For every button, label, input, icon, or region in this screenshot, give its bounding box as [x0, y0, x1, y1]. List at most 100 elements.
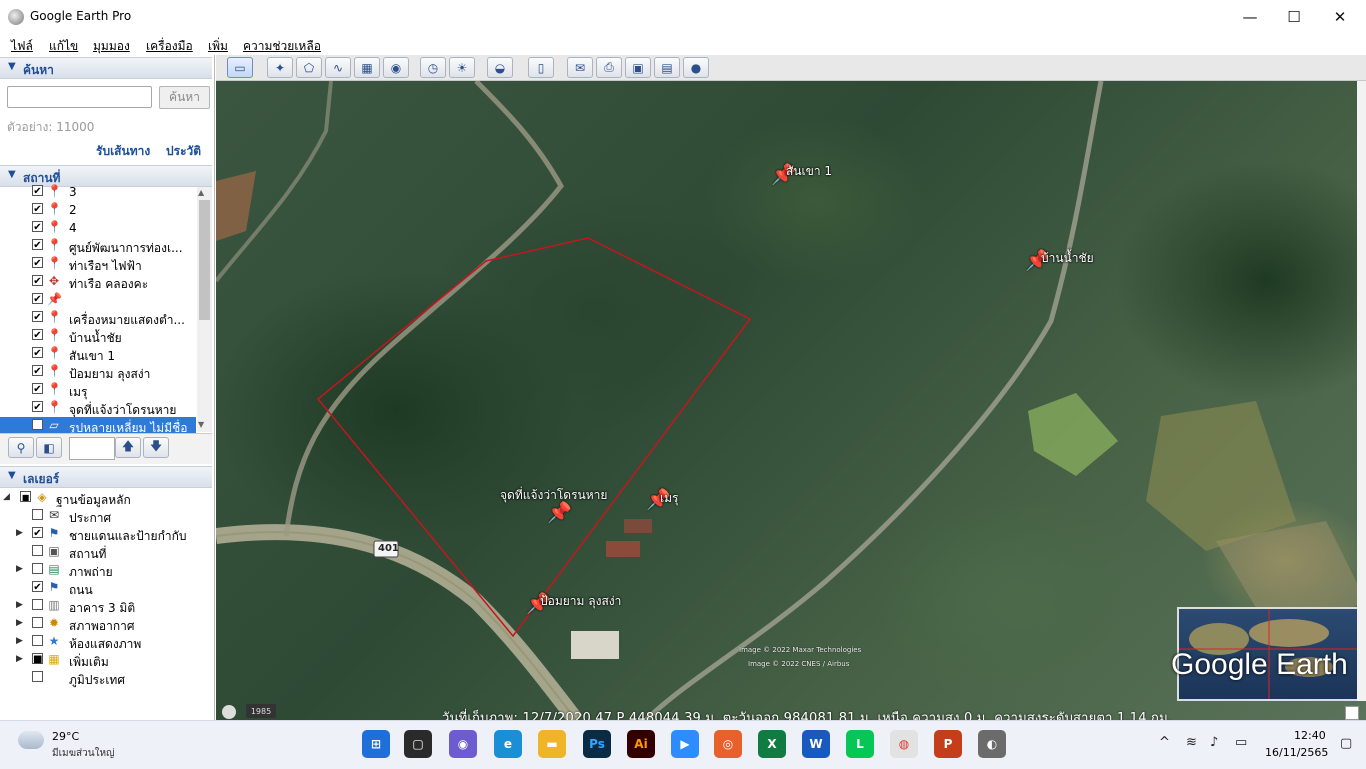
- places-item-checkbox[interactable]: ✔: [32, 329, 43, 341]
- menu-tools[interactable]: เครื่องมือ: [146, 37, 193, 56]
- maximize-button[interactable]: ☐: [1271, 0, 1317, 34]
- expand-triangle-icon[interactable]: ▶: [16, 600, 23, 610]
- imagery-year-badge[interactable]: 1985: [246, 704, 276, 718]
- places-item-checkbox[interactable]: ✔: [32, 257, 43, 269]
- layer-checkbox[interactable]: [32, 509, 43, 520]
- expand-triangle-icon[interactable]: ▶: [16, 654, 23, 664]
- polygon-icon[interactable]: ⬠: [296, 57, 322, 78]
- layers-root-checkbox[interactable]: ■: [20, 491, 31, 502]
- volume-icon[interactable]: ♪: [1210, 735, 1218, 750]
- layer-checkbox[interactable]: ✔: [32, 527, 43, 539]
- search-panel-header[interactable]: ▼ ค้นหา: [0, 57, 212, 79]
- places-item[interactable]: ✔ 📍 บ้านน้ำชัย: [0, 327, 196, 345]
- layer-checkbox[interactable]: [32, 617, 43, 628]
- path-icon[interactable]: ∿: [325, 57, 351, 78]
- tour-guide-icon[interactable]: [222, 705, 236, 719]
- planet-icon[interactable]: ◒: [487, 57, 513, 78]
- battery-icon[interactable]: ▭: [1235, 735, 1247, 750]
- wifi-icon[interactable]: ≋: [1186, 735, 1197, 750]
- edge-icon[interactable]: e: [494, 730, 522, 758]
- email-icon[interactable]: ✉: [567, 57, 593, 78]
- layer-checkbox[interactable]: [32, 599, 43, 610]
- expand-triangle-icon[interactable]: ▶: [16, 618, 23, 628]
- places-item-checkbox[interactable]: ✔: [32, 185, 43, 197]
- view-in-maps-icon[interactable]: ▤: [654, 57, 680, 78]
- places-item-checkbox[interactable]: ✔: [32, 383, 43, 395]
- placemark-label[interactable]: สันเขา 1: [786, 162, 832, 181]
- places-item-checkbox[interactable]: ✔: [32, 419, 43, 431]
- expand-triangle-icon[interactable]: ▶: [16, 564, 23, 574]
- layer-item[interactable]: ▶ ✔ ⚑ ชายแดนและป้ายกำกับ: [0, 525, 196, 543]
- places-filter-input[interactable]: [69, 437, 115, 460]
- window-scrollbar[interactable]: [1357, 81, 1366, 701]
- menu-edit[interactable]: แก้ไข: [49, 37, 78, 56]
- places-scrollbar-thumb[interactable]: [199, 200, 210, 320]
- places-item[interactable]: ✔ 📍 ศูนย์พัฒนาการท่องเ...: [0, 237, 196, 255]
- show-hidden-icons-icon[interactable]: ^: [1159, 735, 1170, 750]
- search-input[interactable]: [7, 86, 152, 108]
- layer-checkbox[interactable]: [32, 545, 43, 556]
- menu-help[interactable]: ความช่วยเหลือ: [243, 37, 321, 56]
- menu-add[interactable]: เพิ่ม: [208, 37, 228, 56]
- cloud-icon[interactable]: [18, 731, 44, 749]
- layer-item[interactable]: ▶ ✹ สภาพอากาศ: [0, 615, 196, 633]
- layer-item[interactable]: ✉ ประกาศ: [0, 507, 196, 525]
- collapse-triangle-icon[interactable]: ▼: [8, 169, 16, 180]
- placemark-label[interactable]: เมรุ: [660, 489, 678, 508]
- places-item-checkbox[interactable]: ✔: [32, 203, 43, 215]
- layer-checkbox[interactable]: [32, 635, 43, 646]
- close-button[interactable]: ✕: [1317, 0, 1363, 34]
- layer-item[interactable]: ภูมิประเทศ: [0, 669, 196, 687]
- start-icon[interactable]: ⊞: [362, 730, 390, 758]
- places-item-checkbox[interactable]: ✔: [32, 275, 43, 287]
- weather-temperature[interactable]: 29°C: [52, 730, 79, 743]
- file-explorer-icon[interactable]: ▬: [538, 730, 566, 758]
- places-item[interactable]: ✔ 📍 ท่าเรือฯ ไฟฟ้า: [0, 255, 196, 273]
- layer-item[interactable]: ▶ ▥ อาคาร 3 มิติ: [0, 597, 196, 615]
- placemark-icon[interactable]: ✦: [267, 57, 293, 78]
- collapse-triangle-icon[interactable]: ▼: [8, 61, 16, 72]
- places-item[interactable]: ✔ 📍 สันเขา 1: [0, 345, 196, 363]
- move-down-icon[interactable]: 🡇: [143, 437, 169, 458]
- places-item[interactable]: ✔ 📍 4: [0, 219, 196, 237]
- menu-view[interactable]: มุมมอง: [93, 37, 130, 56]
- sidebar-toggle-icon[interactable]: ▭: [227, 57, 253, 78]
- places-item[interactable]: ✔ 📌: [0, 291, 196, 309]
- places-item[interactable]: ✔ 📍 เครื่องหมายแสดงตำ...: [0, 309, 196, 327]
- task-view-icon[interactable]: ▢: [404, 730, 432, 758]
- save-image-icon[interactable]: ▣: [625, 57, 651, 78]
- layers-root[interactable]: ◢ ■ ◈ ฐานข้อมูลหลัก: [0, 489, 196, 507]
- places-item[interactable]: ✔ 📍 ป้อมยาม ลุงสง่า: [0, 363, 196, 381]
- layer-item[interactable]: ▶ ■ ▦ เพิ่มเติม: [0, 651, 196, 669]
- historical-imagery-icon[interactable]: ◷: [420, 57, 446, 78]
- resize-grip-icon[interactable]: [1345, 706, 1359, 720]
- expand-triangle-icon[interactable]: ◢: [3, 492, 10, 502]
- menu-file[interactable]: ไฟล์: [11, 37, 33, 56]
- places-item[interactable]: ✔ 📍 3: [0, 183, 196, 201]
- clock-date[interactable]: 16/11/2565: [1265, 746, 1328, 759]
- firefox-icon[interactable]: ◎: [714, 730, 742, 758]
- places-item[interactable]: ✔ 📍 จุดที่แจ้งว่าโดรนหาย: [0, 399, 196, 417]
- history-link[interactable]: ประวัติ: [166, 142, 201, 161]
- earth-icon[interactable]: ●: [683, 57, 709, 78]
- collapse-triangle-icon[interactable]: ▼: [8, 470, 16, 481]
- google-earth-icon[interactable]: ◐: [978, 730, 1006, 758]
- word-icon[interactable]: W: [802, 730, 830, 758]
- notification-icon[interactable]: ▢: [1340, 736, 1352, 751]
- expand-triangle-icon[interactable]: ▶: [16, 528, 23, 538]
- layer-item[interactable]: ▶ ★ ห้องแสดงภาพ: [0, 633, 196, 651]
- illustrator-icon[interactable]: Ai: [627, 730, 655, 758]
- scroll-down-arrow-icon[interactable]: ▼: [198, 420, 204, 429]
- minimize-button[interactable]: —: [1227, 0, 1273, 34]
- places-item-checkbox[interactable]: ✔: [32, 239, 43, 251]
- chat-icon[interactable]: ◉: [449, 730, 477, 758]
- placemark-label[interactable]: ป้อมยาม ลุงสง่า: [540, 592, 621, 611]
- places-item-checkbox[interactable]: ✔: [32, 401, 43, 413]
- places-item-checkbox[interactable]: ✔: [32, 347, 43, 359]
- sunlight-icon[interactable]: ☀: [449, 57, 475, 78]
- panel-toggle-icon[interactable]: ◧: [36, 437, 62, 458]
- layer-item[interactable]: ▶ ▤ ภาพถ่าย: [0, 561, 196, 579]
- placemark-label[interactable]: จุดที่แจ้งว่าโดรนหาย: [500, 486, 607, 505]
- places-item[interactable]: ✔ 📍 2: [0, 201, 196, 219]
- places-item-checkbox[interactable]: ✔: [32, 221, 43, 233]
